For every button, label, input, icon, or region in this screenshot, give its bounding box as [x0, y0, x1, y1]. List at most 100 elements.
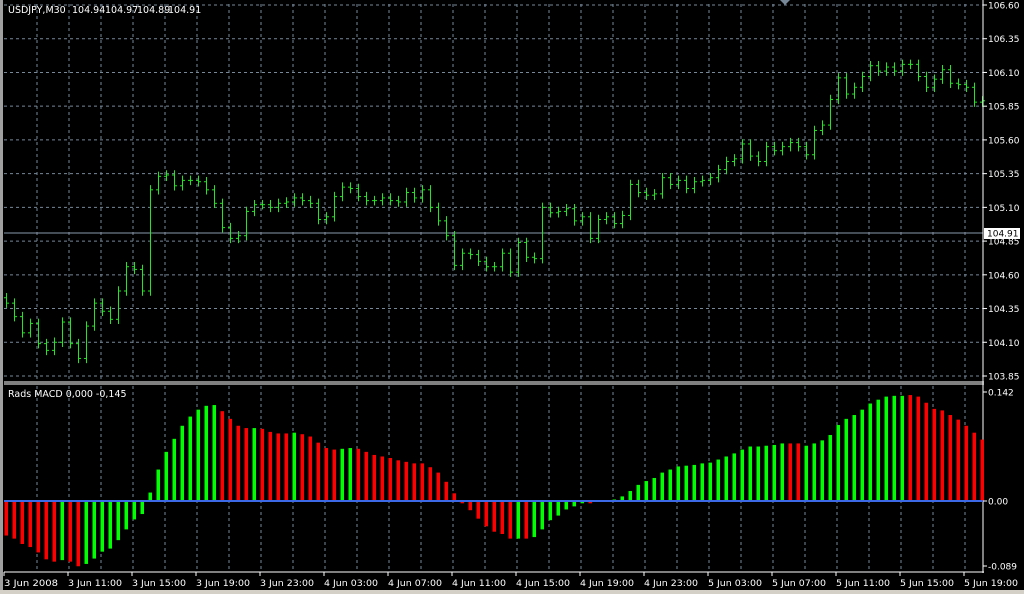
- macd-bar: [44, 501, 48, 560]
- macd-bar: [412, 463, 416, 501]
- macd-bar: [804, 445, 808, 501]
- macd-bar: [212, 405, 216, 501]
- macd-bar: [900, 395, 904, 501]
- macd-bar: [836, 425, 840, 501]
- macd-bar: [716, 459, 720, 501]
- macd-bar: [388, 458, 392, 501]
- macd-tick-label: -0.089: [988, 563, 1017, 573]
- macd-bar: [788, 443, 792, 501]
- macd-bar: [476, 501, 480, 519]
- macd-bar: [244, 428, 248, 501]
- macd-bar: [780, 443, 784, 501]
- macd-bar: [164, 451, 168, 501]
- macd-bar: [100, 501, 104, 552]
- macd-bar: [660, 472, 664, 501]
- macd-bar: [748, 446, 752, 501]
- macd-bar: [484, 501, 488, 527]
- price-tick-label: 106.10: [988, 69, 1020, 79]
- macd-bar: [828, 434, 832, 501]
- macd-bar: [36, 501, 40, 553]
- macd-bar: [204, 405, 208, 501]
- macd-bar: [4, 501, 8, 536]
- macd-bar: [52, 501, 56, 562]
- macd-bar: [324, 448, 328, 501]
- macd-bar: [268, 431, 272, 501]
- trading-chart[interactable]: 106.60 106.35 106.10 105.85 105.60 105.35 105.…: [0, 0, 1024, 594]
- macd-bar: [980, 439, 984, 501]
- macd-bar: [516, 501, 520, 539]
- macd-bar: [956, 419, 960, 501]
- macd-bar: [276, 433, 280, 501]
- macd-bar: [116, 501, 120, 541]
- price-tick-label: 105.10: [988, 204, 1020, 214]
- header-close: 104.91: [168, 5, 201, 16]
- macd-bar: [364, 451, 368, 501]
- symbol-title: USDJPY,M30: [8, 5, 66, 16]
- macd-bar: [380, 456, 384, 501]
- macd-bar: [292, 432, 296, 501]
- time-tick-label: 4 Jun 07:00: [388, 579, 442, 589]
- macd-bar: [548, 501, 552, 521]
- macd-bar: [188, 416, 192, 501]
- macd-bar: [708, 462, 712, 501]
- macd-bar: [972, 432, 976, 501]
- macd-bar: [868, 403, 872, 501]
- macd-bar: [356, 448, 360, 501]
- macd-bar: [396, 460, 400, 501]
- time-tick-label: 3 Jun 2008: [4, 579, 58, 589]
- macd-bar: [236, 425, 240, 501]
- macd-bar: [444, 481, 448, 501]
- time-tick-label: 3 Jun 15:00: [132, 579, 186, 589]
- time-tick-label: 3 Jun 11:00: [68, 579, 122, 589]
- time-tick-label: 5 Jun 07:00: [772, 579, 826, 589]
- macd-bar: [756, 446, 760, 501]
- macd-bar: [796, 443, 800, 501]
- macd-bar: [820, 440, 824, 501]
- macd-bar: [732, 453, 736, 501]
- macd-bar: [948, 415, 952, 501]
- macd-bar: [316, 442, 320, 501]
- macd-bar: [340, 448, 344, 501]
- time-tick-label: 3 Jun 19:00: [196, 579, 250, 589]
- macd-bar: [420, 463, 424, 501]
- macd-bar: [844, 418, 848, 501]
- macd-bar: [556, 501, 560, 516]
- macd-bar: [852, 415, 856, 501]
- time-tick-label: 5 Jun 11:00: [836, 579, 890, 589]
- macd-bar: [916, 396, 920, 501]
- macd-bar: [492, 501, 496, 532]
- time-tick-label: 5 Jun 15:00: [900, 579, 954, 589]
- header-high: 104.97: [105, 5, 138, 16]
- macd-bar: [884, 396, 888, 501]
- macd-tick-label: 0.142: [988, 389, 1014, 399]
- time-tick-label: 5 Jun 03:00: [708, 579, 762, 589]
- macd-bar: [652, 477, 656, 501]
- macd-bar: [452, 493, 456, 501]
- price-tick-label: 104.60: [988, 271, 1020, 281]
- macd-bar: [300, 434, 304, 501]
- macd-title: Rads MACD 0,000 -0,145: [8, 389, 127, 400]
- macd-bar: [932, 408, 936, 501]
- macd-bar: [60, 501, 64, 561]
- macd-bar: [76, 501, 80, 567]
- time-tick-label: 4 Jun 19:00: [580, 579, 634, 589]
- macd-bar: [636, 484, 640, 501]
- macd-bar: [924, 402, 928, 501]
- macd-bar: [532, 501, 536, 538]
- macd-bar: [540, 501, 544, 530]
- macd-bar: [564, 501, 568, 510]
- macd-bar: [284, 433, 288, 501]
- macd-bar: [196, 409, 200, 501]
- macd-bar: [692, 464, 696, 501]
- macd-bar: [668, 469, 672, 501]
- macd-bar: [908, 395, 912, 501]
- macd-bar: [260, 428, 264, 501]
- macd-bar: [332, 449, 336, 501]
- macd-bar: [156, 469, 160, 501]
- macd-bar: [132, 501, 136, 520]
- macd-bar: [12, 501, 16, 539]
- time-tick-label: 4 Jun 23:00: [644, 579, 698, 589]
- price-tick-label: 104.10: [988, 339, 1020, 349]
- macd-bar: [876, 399, 880, 501]
- header-open: 104.94: [72, 5, 105, 16]
